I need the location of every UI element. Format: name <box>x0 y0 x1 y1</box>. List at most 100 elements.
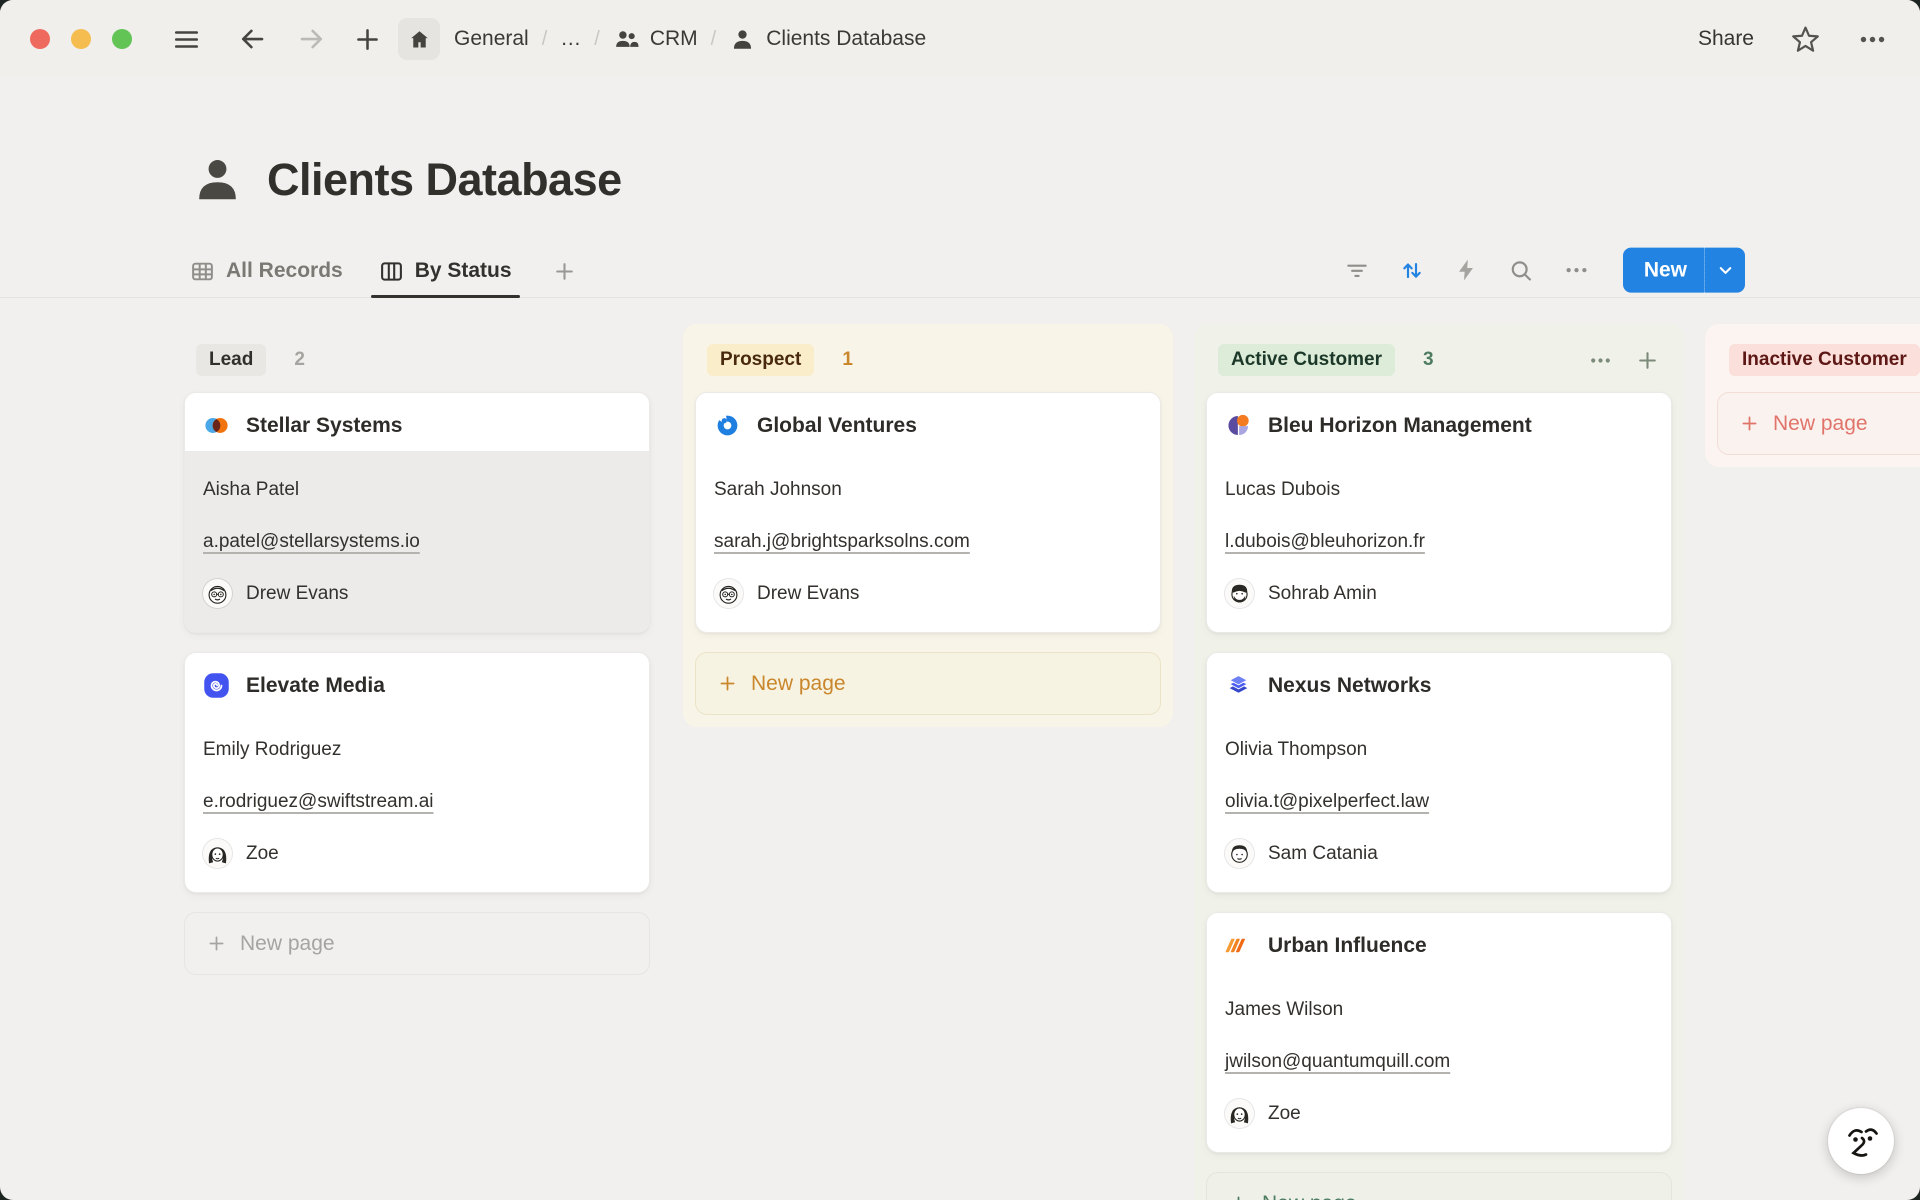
board-column-lead: Lead 2 Stellar Systems Aisha Patel a.patel@s… <box>172 324 662 987</box>
email-link[interactable]: jwilson@quantumquill.com <box>1225 1051 1450 1072</box>
owner-name: Zoe <box>246 843 279 865</box>
contact-name: Olivia Thompson <box>1225 739 1653 761</box>
back-icon[interactable] <box>237 24 267 54</box>
search-icon[interactable] <box>1508 257 1534 283</box>
contact-name: Aisha Patel <box>203 479 631 501</box>
card-title-row: Global Ventures <box>696 393 1160 451</box>
new-page-button[interactable]: New page <box>1206 1172 1672 1200</box>
new-page-button[interactable]: New page <box>1717 392 1920 455</box>
ai-face-icon <box>1828 1108 1894 1174</box>
zoe-avatar <box>1225 1099 1254 1128</box>
plus-icon <box>1228 1193 1249 1200</box>
email-link[interactable]: a.patel@stellarsystems.io <box>203 531 420 552</box>
email-link[interactable]: sarah.j@brightsparksolns.com <box>714 531 970 552</box>
forward-icon[interactable] <box>297 24 327 54</box>
status-pill-prospect[interactable]: Prospect <box>707 344 814 376</box>
email-row: a.patel@stellarsystems.io <box>203 531 631 553</box>
board-card[interactable]: Urban Influence James Wilson jwilson@quant… <box>1206 912 1672 1153</box>
card-body: Sarah Johnson sarah.j@brightsparksolns.co… <box>696 451 1160 632</box>
company-name: Bleu Horizon Management <box>1268 414 1532 438</box>
contact-name: James Wilson <box>1225 999 1653 1021</box>
breadcrumb-crm[interactable]: CRM <box>613 26 698 53</box>
email-row: jwilson@quantumquill.com <box>1225 1051 1653 1073</box>
contact-name: Emily Rodriguez <box>203 739 631 761</box>
ai-assistant-button[interactable] <box>1828 1108 1894 1174</box>
breadcrumb-separator: / <box>594 28 600 51</box>
titlebar: General / … / CRM / Clients Database Sha… <box>0 0 1920 78</box>
plus-icon <box>206 933 227 954</box>
page-person-icon[interactable] <box>190 152 245 207</box>
drew-avatar <box>714 579 743 608</box>
tab-by-status[interactable]: By Status <box>379 245 512 297</box>
column-add-card-icon[interactable] <box>1635 348 1660 373</box>
minimize-window-button[interactable] <box>71 29 91 49</box>
layer-stack-logo-icon <box>1225 672 1252 699</box>
card-body: Aisha Patela.patel@stellarsystems.ioDrew… <box>185 451 649 632</box>
new-tab-icon[interactable] <box>353 25 382 54</box>
team-people-icon <box>613 26 640 53</box>
new-record-dropdown[interactable] <box>1704 248 1745 293</box>
new-page-button[interactable]: New page <box>184 912 650 975</box>
status-pill-lead[interactable]: Lead <box>196 344 266 376</box>
sidebar-menu-icon[interactable] <box>172 25 201 54</box>
view-more-icon[interactable] <box>1563 257 1590 284</box>
company-name: Urban Influence <box>1268 934 1427 958</box>
page-title[interactable]: Clients Database <box>267 154 622 206</box>
column-header: Active Customer 3 <box>1206 336 1672 392</box>
plus-icon <box>1739 413 1760 434</box>
board-card[interactable]: Bleu Horizon ManagementLucas Duboisl.dub… <box>1206 392 1672 633</box>
card-title-row: Nexus Networks <box>1207 653 1671 711</box>
email-link[interactable]: olivia.t@pixelperfect.law <box>1225 791 1429 812</box>
filter-icon[interactable] <box>1344 257 1370 283</box>
card-title-row: Stellar Systems <box>185 393 649 451</box>
card-body: James Wilsonjwilson@quantumquill.comZoe <box>1207 971 1671 1152</box>
sohrab-avatar <box>1225 579 1254 608</box>
email-link[interactable]: e.rodriguez@swiftstream.ai <box>203 791 433 812</box>
breadcrumb-separator: / <box>711 28 717 51</box>
spiral-logo-icon <box>203 672 230 699</box>
new-record-button[interactable]: New <box>1623 248 1745 293</box>
card-body: Olivia Thompson olivia.t@pixelperfect.law… <box>1207 711 1671 892</box>
column-count: 1 <box>842 349 853 371</box>
company-name: Global Ventures <box>757 414 917 438</box>
person-icon <box>729 26 756 53</box>
new-page-button[interactable]: New page <box>695 652 1161 715</box>
close-window-button[interactable] <box>30 29 50 49</box>
more-options-icon[interactable] <box>1857 24 1888 55</box>
sort-icon[interactable] <box>1399 257 1425 283</box>
board-card[interactable]: Global Ventures Sarah Johnson sarah.j@brig… <box>695 392 1161 633</box>
board-card[interactable]: Nexus Networks Olivia Thompson olivia.t@pi… <box>1206 652 1672 893</box>
add-view-icon[interactable] <box>552 259 577 284</box>
status-pill-inactive[interactable]: Inactive Customer <box>1729 344 1920 376</box>
favorite-star-icon[interactable] <box>1790 24 1821 55</box>
new-page-label: New page <box>240 932 335 956</box>
owner-name: Drew Evans <box>757 583 859 605</box>
new-page-label: New page <box>751 672 846 696</box>
column-count: 3 <box>1423 349 1434 371</box>
breadcrumb-general[interactable]: General <box>454 27 529 51</box>
slashes-logo-icon <box>1225 932 1252 959</box>
breadcrumb-separator: / <box>542 28 548 51</box>
owner-name: Sohrab Amin <box>1268 583 1377 605</box>
contact-name: Sarah Johnson <box>714 479 1142 501</box>
column-count: 2 <box>294 349 305 371</box>
email-link[interactable]: l.dubois@bleuhorizon.fr <box>1225 531 1425 552</box>
zoom-window-button[interactable] <box>112 29 132 49</box>
board-column-inactive: Inactive Customer New page <box>1705 324 1920 467</box>
breadcrumb-page[interactable]: Clients Database <box>729 26 926 53</box>
tab-all-records[interactable]: All Records <box>190 245 343 297</box>
titlebar-actions: Share <box>1698 24 1920 55</box>
breadcrumb-ellipsis[interactable]: … <box>560 27 581 51</box>
share-button[interactable]: Share <box>1698 27 1754 51</box>
board-card[interactable]: Stellar Systems Aisha Patel a.patel@stella… <box>184 392 650 633</box>
new-page-label: New page <box>1773 412 1868 436</box>
chevron-down-icon <box>1716 261 1735 280</box>
column-header: Inactive Customer <box>1717 336 1920 392</box>
company-name: Stellar Systems <box>246 414 402 438</box>
home-button[interactable] <box>398 18 440 60</box>
status-pill-active[interactable]: Active Customer <box>1218 344 1395 376</box>
owner-row: Sohrab Amin <box>1225 579 1653 608</box>
automation-lightning-icon[interactable] <box>1454 258 1479 283</box>
column-more-icon[interactable] <box>1588 348 1613 373</box>
board-card[interactable]: Elevate MediaEmily Rodrigueze.rodriguez@… <box>184 652 650 893</box>
